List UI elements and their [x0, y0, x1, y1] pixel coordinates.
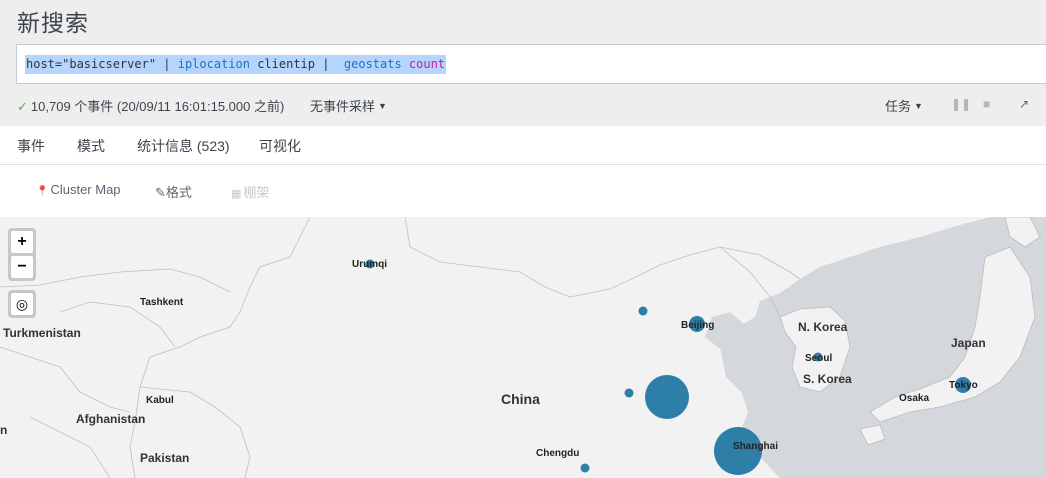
cluster-map[interactable]: Urumqi Tashkent Turkmenistan Kabul Afgha… — [0, 217, 1046, 478]
label-chengdu: Chengdu — [536, 448, 580, 459]
tab-events[interactable]: 事件 — [17, 136, 45, 156]
label-pakistan: Pakistan — [140, 451, 190, 465]
search-query-text[interactable]: host="basicserver" | iplocation clientip… — [25, 55, 447, 74]
label-afghanistan: Afghanistan — [76, 412, 146, 426]
search-page: 新搜索 host="basicserver" | iplocation clie… — [0, 0, 1046, 478]
viz-type-button[interactable]: 📍 Cluster Map — [36, 182, 121, 197]
query-part-2: clientip | — [249, 57, 344, 71]
label-edge-n: n — [0, 423, 8, 437]
tab-visualization[interactable]: 可视化 — [259, 136, 301, 168]
label-tokyo: Tokyo — [949, 380, 978, 391]
visualization-toolbar: 📍 Cluster Map ✎格式 ▦ 棚架 — [0, 165, 1046, 217]
zoom-out-button[interactable]: − — [11, 256, 33, 278]
format-label: 格式 — [165, 185, 192, 200]
caret-down-icon: ▼ — [378, 101, 387, 111]
label-kabul: Kabul — [146, 395, 174, 406]
jobs-dropdown[interactable]: 任务 ▼ — [885, 96, 923, 115]
page-title: 新搜索 — [17, 11, 89, 37]
results-tabs: 事件 模式 统计信息 (523) 可视化 — [0, 126, 1046, 168]
event-count-status: ✓ 10,709 个事件 (20/09/11 16:01:15.000 之前) — [17, 96, 284, 115]
trellis-label: 棚架 — [243, 185, 270, 200]
label-beijing: Beijing — [681, 320, 715, 331]
map-pin-icon: 📍 — [36, 186, 49, 197]
map-tiles — [0, 217, 1046, 478]
event-count-text: 10,709 个事件 (20/09/11 16:01:15.000 之前) — [30, 99, 285, 114]
tab-statistics[interactable]: 统计信息 (523) — [137, 136, 230, 156]
query-cmd-iplocation: iplocation — [177, 57, 250, 71]
search-input[interactable]: host="basicserver" | iplocation clientip… — [16, 44, 1046, 84]
trellis-button[interactable]: ▦ 棚架 — [231, 182, 269, 201]
query-keyword-count: count — [401, 57, 446, 71]
locate-control: ◎ — [8, 290, 36, 318]
label-seoul: Seoul — [805, 353, 833, 364]
pencil-icon: ✎ — [155, 185, 166, 200]
jobs-label: 任务 — [885, 99, 912, 114]
sampling-label: 无事件采样 — [310, 99, 376, 114]
label-china: China — [501, 391, 540, 407]
format-button[interactable]: ✎格式 — [155, 182, 192, 201]
label-japan: Japan — [951, 336, 986, 350]
label-skorea: S. Korea — [803, 372, 852, 386]
label-nkorea: N. Korea — [798, 320, 848, 334]
grid-icon: ▦ — [231, 188, 242, 200]
label-shanghai: Shanghai — [733, 441, 779, 452]
label-urumqi: Urumqi — [352, 259, 387, 270]
tab-patterns[interactable]: 模式 — [77, 136, 105, 156]
zoom-in-button[interactable]: + — [11, 231, 33, 253]
query-cmd-geostats: geostats — [343, 57, 402, 71]
check-icon: ✓ — [17, 99, 28, 114]
viz-type-label: Cluster Map — [50, 182, 121, 197]
pause-icon[interactable]: ❚❚ — [951, 97, 971, 111]
caret-down-icon: ▼ — [914, 101, 923, 111]
label-tashkent: Tashkent — [140, 297, 184, 308]
stop-icon[interactable]: ■ — [983, 97, 990, 111]
job-status-bar: ✓ 10,709 个事件 (20/09/11 16:01:15.000 之前) 无… — [17, 96, 1046, 114]
query-part-1: host="basicserver" | — [26, 57, 178, 71]
locate-icon[interactable]: ◎ — [11, 293, 33, 315]
label-osaka: Osaka — [899, 393, 930, 404]
label-turkmenistan: Turkmenistan — [3, 326, 81, 340]
share-icon[interactable]: ↗ — [1019, 97, 1029, 111]
zoom-controls: + − — [8, 228, 36, 281]
sampling-dropdown[interactable]: 无事件采样 ▼ — [310, 96, 387, 115]
